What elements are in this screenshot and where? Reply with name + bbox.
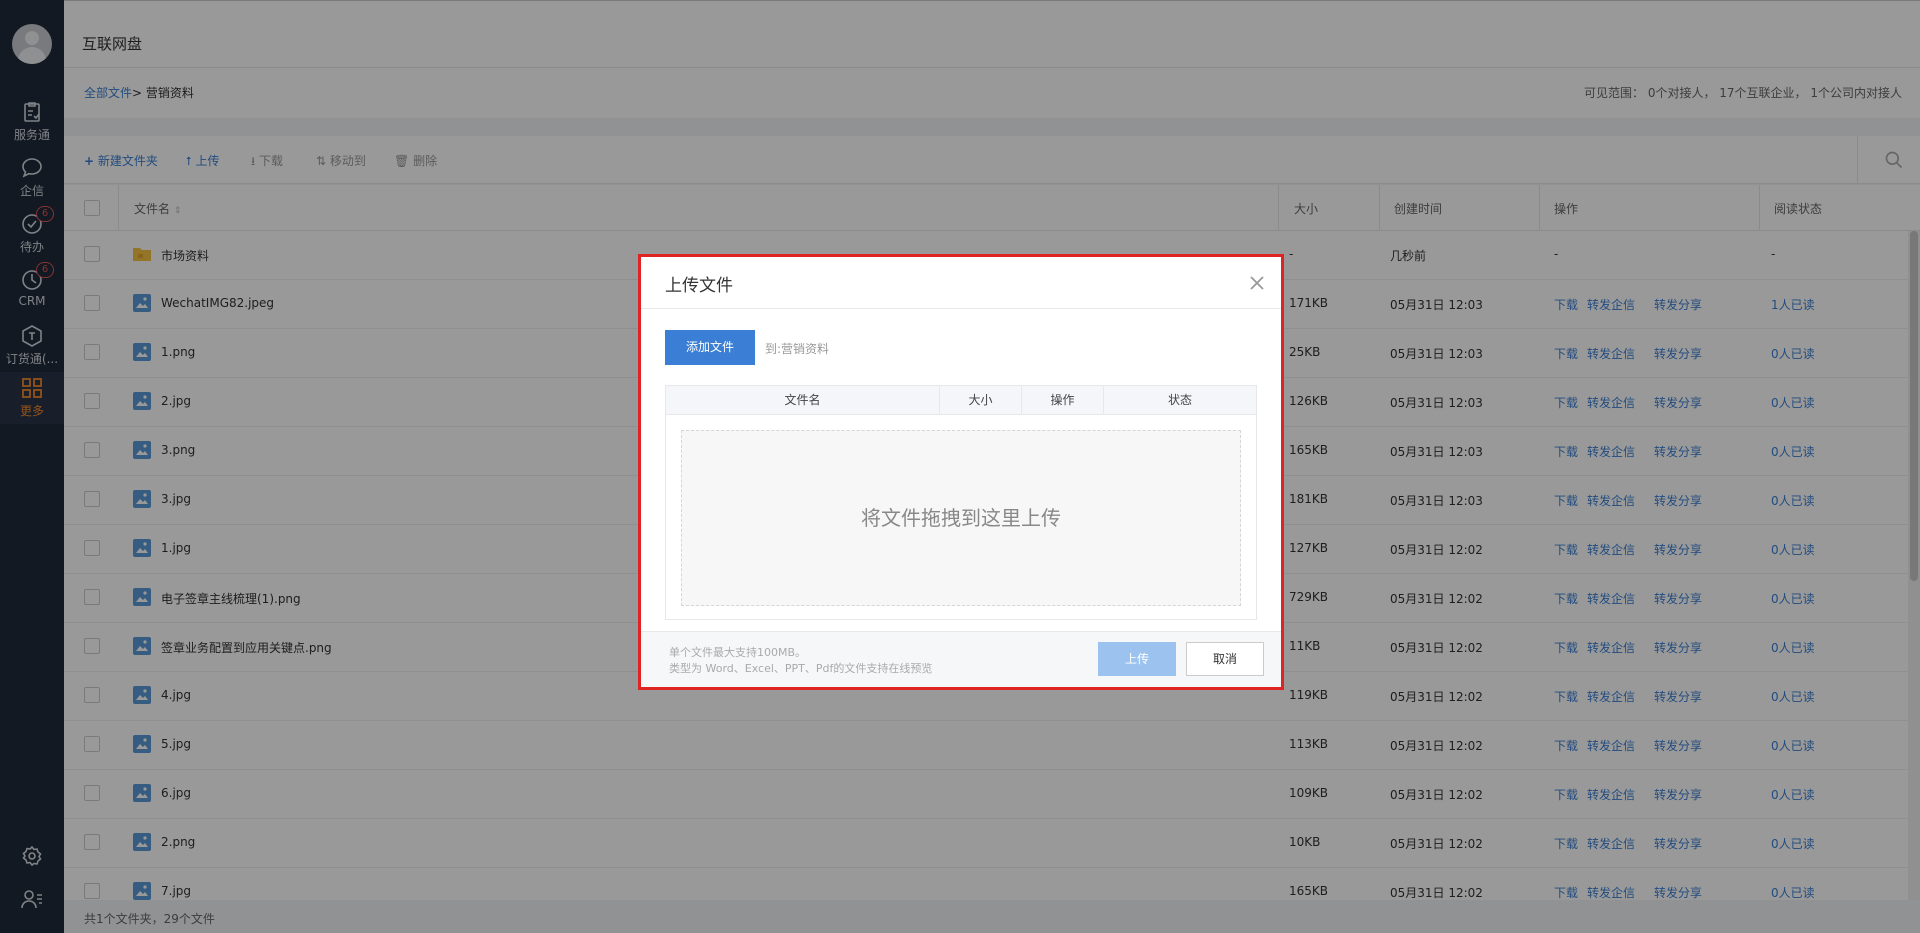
upload-table-header: 文件名 大小 操作 状态: [666, 386, 1256, 415]
upload-col-size: 大小: [940, 386, 1022, 415]
dialog-footer: 单个文件最大支持100MB。 类型为 Word、Excel、PPT、Pdf的文件…: [641, 631, 1281, 687]
destination-label: 到:营销资料: [765, 342, 830, 356]
add-file-button[interactable]: 添加文件: [665, 330, 755, 365]
dialog-title: 上传文件: [665, 276, 733, 296]
dialog-header: 上传文件: [641, 257, 1281, 309]
upload-col-ops: 操作: [1022, 386, 1104, 415]
drop-zone[interactable]: 将文件拖拽到这里上传: [681, 430, 1241, 606]
upload-col-status: 状态: [1167, 393, 1192, 407]
upload-dialog: 上传文件 添加文件 到:营销资料 文件名 大小 操作 状态 将文件拖拽到这里上传…: [641, 257, 1281, 687]
upload-file-table: 文件名 大小 操作 状态 将文件拖拽到这里上传: [665, 385, 1257, 620]
upload-button[interactable]: 上传: [1098, 642, 1176, 676]
close-icon[interactable]: [1247, 273, 1267, 293]
upload-col-name: 文件名: [666, 386, 940, 415]
cancel-button[interactable]: 取消: [1186, 642, 1264, 676]
preview-note: 类型为 Word、Excel、PPT、Pdf的文件支持在线预览: [669, 662, 933, 675]
size-limit-note: 单个文件最大支持100MB。: [669, 646, 807, 659]
